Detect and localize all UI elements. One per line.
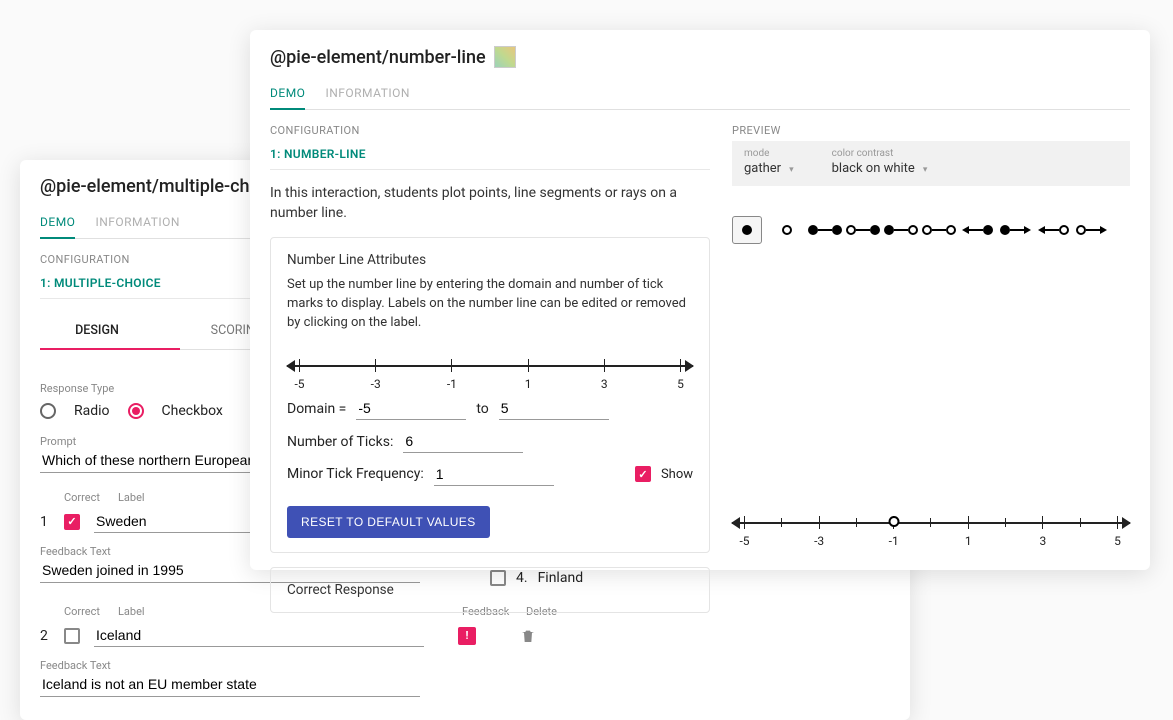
radio-option-radio[interactable] <box>40 403 56 419</box>
tab-information[interactable]: INFORMATION <box>95 207 180 238</box>
tool-point-filled[interactable] <box>732 216 762 244</box>
ticks-input[interactable] <box>403 430 523 453</box>
preview-number-line[interactable]: -5 -3 -1 1 3 5 <box>732 504 1130 544</box>
header-correct: Correct <box>64 491 104 504</box>
mode-label: mode <box>744 148 794 159</box>
preview-tick: 1 <box>965 534 972 548</box>
preview-tick: -3 <box>814 534 824 548</box>
preview-label: PREVIEW <box>732 124 1130 137</box>
tick-label[interactable]: 1 <box>525 377 532 391</box>
show-label: Show <box>661 467 693 482</box>
choice-label-2[interactable] <box>94 624 424 647</box>
tool-seg-fo[interactable] <box>888 219 914 241</box>
plotted-open-point[interactable] <box>888 516 899 527</box>
element-badge-icon <box>494 46 516 68</box>
preview-tick: 5 <box>1114 534 1121 548</box>
front-tabs: DEMO INFORMATION <box>270 78 1130 110</box>
choice-num-2: 2 <box>40 628 50 644</box>
config-number-line: -5 -3 -1 1 3 5 <box>287 347 693 387</box>
chevron-down-icon: ▾ <box>923 165 928 175</box>
preview-controls: mode gather▾ color contrast black on whi… <box>732 141 1130 186</box>
choice-num-1: 1 <box>40 514 50 530</box>
tool-ray-right-o[interactable] <box>1078 219 1104 241</box>
subtab-design[interactable]: DESIGN <box>40 313 180 350</box>
preview-tick: -5 <box>739 534 749 548</box>
tab-demo[interactable]: DEMO <box>40 207 75 239</box>
section-number-line: 1: NUMBER-LINE <box>270 147 710 170</box>
domain-from-input[interactable] <box>356 397 466 420</box>
contrast-label: color contrast <box>832 148 928 159</box>
attributes-panel-help: Set up the number line by entering the d… <box>287 276 693 333</box>
response-type-label: Response Type <box>40 382 223 395</box>
feedback-button[interactable]: ! <box>458 627 476 645</box>
tool-ray-left-o[interactable] <box>1040 219 1066 241</box>
attributes-panel: Number Line Attributes Set up the number… <box>270 237 710 553</box>
front-tab-information[interactable]: INFORMATION <box>325 78 410 109</box>
correct-response-panel: Correct Response <box>270 567 710 613</box>
minor-label: Minor Tick Frequency: <box>287 466 424 482</box>
tool-ray-left-f[interactable] <box>964 219 990 241</box>
ticks-label: Number of Ticks: <box>287 434 393 450</box>
tick-label[interactable]: -5 <box>294 377 304 391</box>
radio-option-checkbox[interactable] <box>128 403 144 419</box>
correct-checkbox-1[interactable] <box>64 514 80 530</box>
checkbox-label: Checkbox <box>162 403 223 419</box>
domain-to-input[interactable] <box>499 397 609 420</box>
tick-label[interactable]: 5 <box>677 377 684 391</box>
tick-label[interactable]: -1 <box>447 377 457 391</box>
configuration-label-front: CONFIGURATION <box>270 124 710 137</box>
delete-icon[interactable] <box>520 627 536 645</box>
minor-input[interactable] <box>434 463 554 486</box>
radio-label: Radio <box>74 403 110 419</box>
front-tab-demo[interactable]: DEMO <box>270 78 305 110</box>
correct-checkbox-2[interactable] <box>64 628 80 644</box>
tick-label[interactable]: 3 <box>601 377 608 391</box>
domain-to-label: to <box>476 401 488 417</box>
header-label: Label <box>118 491 145 504</box>
domain-label: Domain = <box>287 401 346 417</box>
choice-row-2: 2 ! <box>40 624 890 647</box>
chevron-down-icon: ▾ <box>789 165 794 175</box>
tool-point-open[interactable] <box>774 219 800 241</box>
show-checkbox[interactable] <box>635 466 651 482</box>
reset-button[interactable]: RESET TO DEFAULT VALUES <box>287 506 490 538</box>
mode-select[interactable]: gather▾ <box>744 161 794 176</box>
contrast-select[interactable]: black on white▾ <box>832 161 928 176</box>
tool-seg-of[interactable] <box>850 219 876 241</box>
tool-seg-oo[interactable] <box>926 219 952 241</box>
point-toolbar <box>732 216 1130 244</box>
back-title: @pie-element/multiple-choice <box>40 176 283 197</box>
feedback-input-2[interactable] <box>40 672 420 697</box>
tool-ray-right-f[interactable] <box>1002 219 1028 241</box>
feedback-text-label-2: Feedback Text <box>40 659 890 672</box>
attributes-panel-title: Number Line Attributes <box>287 252 693 268</box>
tool-seg-ff[interactable] <box>812 219 838 241</box>
description: In this interaction, students plot point… <box>270 184 710 223</box>
front-title: @pie-element/number-line <box>270 47 486 68</box>
header-correct-2: Correct <box>64 605 104 618</box>
correct-response-title: Correct Response <box>287 582 693 598</box>
preview-tick: -1 <box>889 534 899 548</box>
tick-label[interactable]: -3 <box>371 377 381 391</box>
preview-tick: 3 <box>1040 534 1047 548</box>
